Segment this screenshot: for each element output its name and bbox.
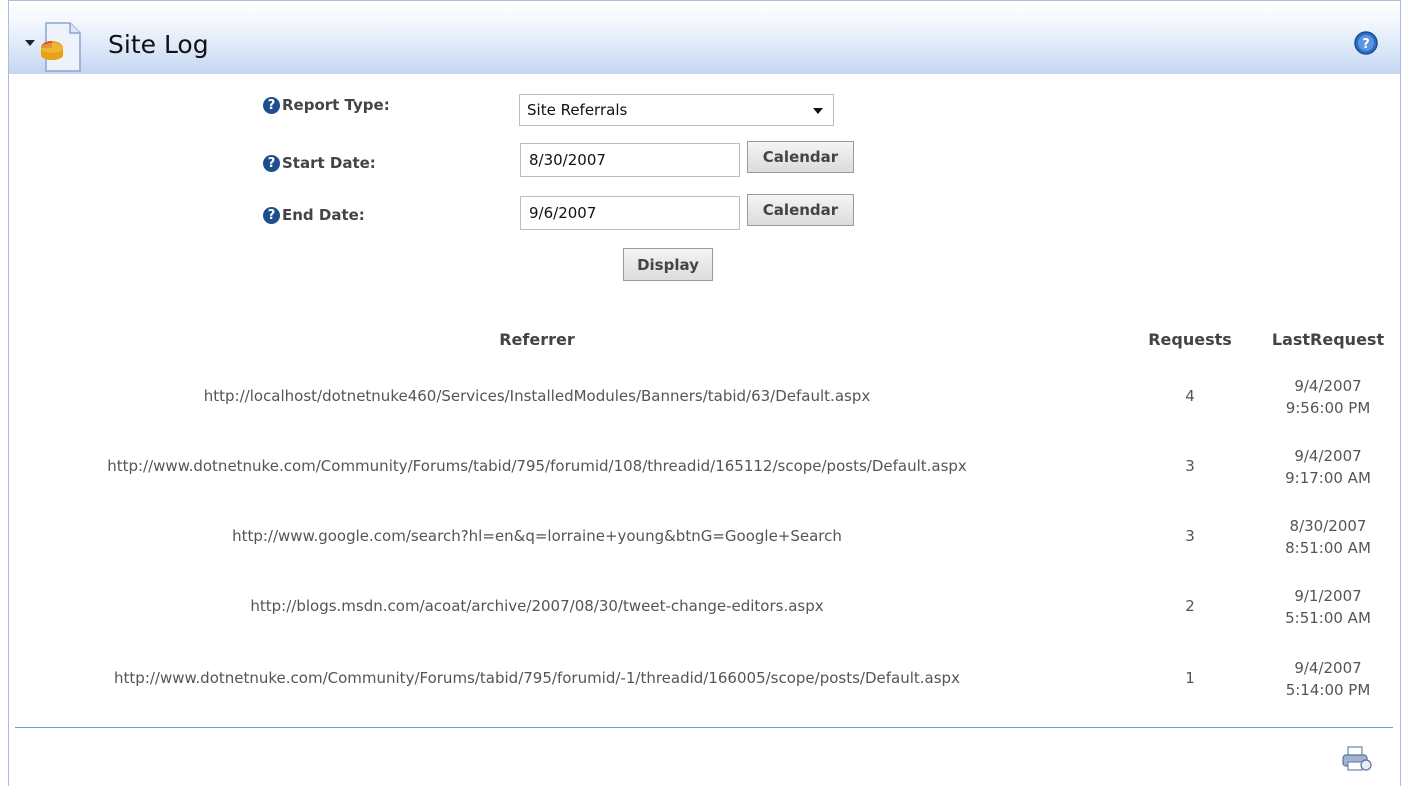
module-title: Site Log [108, 30, 209, 59]
module-menu-caret-icon[interactable] [25, 40, 35, 46]
referrer-cell: http://localhost/dotnetnuke460/Services/… [203, 387, 871, 405]
referrer-cell: http://www.dotnetnuke.com/Community/Foru… [114, 669, 960, 687]
last-request-time: 9:17:00 AM [1285, 469, 1371, 487]
last-request-time: 5:51:00 AM [1285, 609, 1371, 627]
requests-cell: 3 [1185, 457, 1195, 475]
last-request-cell: 9/4/2007 9:17:00 AM [1258, 445, 1398, 489]
requests-cell: 1 [1185, 669, 1195, 687]
last-request-cell: 9/1/2007 5:51:00 AM [1258, 585, 1398, 629]
last-request-date: 8/30/2007 [1289, 517, 1367, 535]
end-date-input[interactable] [520, 196, 740, 230]
requests-cell: 2 [1185, 597, 1195, 615]
help-icon[interactable]: ? [1353, 30, 1379, 56]
requests-cell: 3 [1185, 527, 1195, 545]
svg-text:?: ? [1362, 37, 1370, 52]
last-request-header[interactable]: LastRequest [1258, 330, 1398, 349]
print-icon[interactable] [1340, 745, 1374, 773]
last-request-time: 5:14:00 PM [1285, 681, 1371, 699]
last-request-cell: 9/4/2007 5:14:00 PM [1258, 657, 1398, 701]
help-question-icon[interactable]: ? [263, 206, 280, 224]
start-calendar-button[interactable]: Calendar [747, 141, 854, 173]
help-question-icon[interactable]: ? [263, 96, 280, 114]
site-log-module-icon [41, 22, 81, 72]
last-request-date: 9/1/2007 [1294, 587, 1362, 605]
referrer-cell: http://blogs.msdn.com/acoat/archive/2007… [250, 597, 824, 615]
dropdown-arrow-icon [813, 108, 823, 114]
start-date-label: ? Start Date: [263, 154, 376, 172]
last-request-date: 9/4/2007 [1294, 377, 1362, 395]
last-request-date: 9/4/2007 [1294, 447, 1362, 465]
referrer-header[interactable]: Referrer [12, 330, 1062, 349]
end-calendar-button[interactable]: Calendar [747, 194, 854, 226]
last-request-date: 9/4/2007 [1294, 659, 1362, 677]
report-type-select[interactable]: Site Referrals [519, 94, 834, 126]
report-type-label-text: Report Type: [282, 96, 390, 114]
requests-header[interactable]: Requests [1140, 330, 1240, 349]
last-request-cell: 9/4/2007 9:56:00 PM [1258, 375, 1398, 419]
display-button[interactable]: Display [623, 248, 713, 281]
footer-divider [15, 727, 1393, 728]
start-date-label-text: Start Date: [282, 154, 376, 172]
help-question-icon[interactable]: ? [263, 154, 280, 172]
start-date-input[interactable] [520, 143, 740, 177]
report-type-value: Site Referrals [527, 101, 628, 119]
last-request-cell: 8/30/2007 8:51:00 AM [1258, 515, 1398, 559]
requests-cell: 4 [1185, 387, 1195, 405]
referrer-cell: http://www.google.com/search?hl=en&q=lor… [232, 527, 842, 545]
referrer-cell: http://www.dotnetnuke.com/Community/Foru… [107, 457, 967, 475]
report-type-label: ? Report Type: [263, 96, 390, 114]
end-date-label-text: End Date: [282, 206, 365, 224]
last-request-time: 8:51:00 AM [1285, 539, 1371, 557]
module-header [9, 1, 1400, 74]
last-request-time: 9:56:00 PM [1285, 399, 1371, 417]
end-date-label: ? End Date: [263, 206, 365, 224]
